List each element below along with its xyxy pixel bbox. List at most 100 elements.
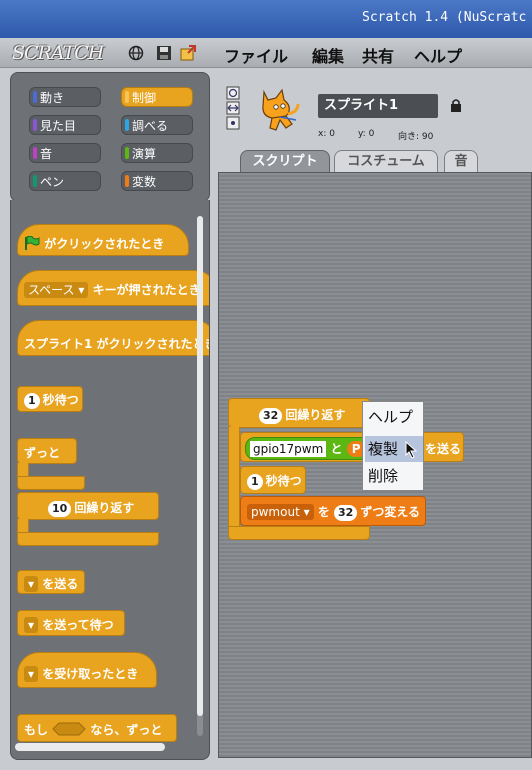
category-color-bar (33, 175, 37, 187)
category-color-bar (33, 147, 37, 159)
mouse-cursor-icon (405, 441, 417, 459)
sprite-y: y: 0 (358, 129, 375, 139)
window-titlebar: Scratch 1.4 (NuScratc (0, 0, 532, 38)
category-control[interactable]: 制御 (121, 87, 193, 107)
repeat-c-arm (228, 427, 240, 527)
category-label: 演算 (132, 147, 157, 161)
forever-c-arm (17, 463, 29, 477)
message-dropdown[interactable]: ▾ (24, 617, 39, 633)
category-sound[interactable]: 音 (29, 143, 101, 163)
repeat-count-input[interactable]: 32 (259, 408, 283, 424)
category-color-bar (125, 175, 129, 187)
category-panel: 動き 制御 見た目 調べる 音 演算 ペン 変数 (10, 72, 210, 202)
repeat-c-foot (228, 526, 370, 540)
script-change-variable-block[interactable]: pwmout ▾ を 32 ずつ変える (240, 496, 426, 526)
category-label: 音 (40, 147, 53, 161)
block-label: を受け取ったとき (42, 667, 139, 681)
forever-c-foot (17, 476, 85, 490)
join-label: と (330, 442, 343, 456)
script-broadcast-block[interactable]: gpio17pwm と P を送る (240, 432, 464, 462)
context-menu-delete[interactable]: 削除 (365, 463, 423, 489)
block-palette: がクリックされたとき スペース ▾ キーが押されたとき スプライト1 がクリック… (10, 200, 210, 760)
window-title: Scratch 1.4 (NuScratc (362, 10, 527, 25)
save-icon[interactable] (156, 45, 172, 61)
category-label: ペン (40, 175, 65, 189)
block-label: スプライト1 がクリックされたとき (24, 337, 210, 351)
menu-edit[interactable]: 編集 (312, 43, 344, 67)
menu-file[interactable]: ファイル (224, 43, 288, 67)
cat-sprite-thumbnail[interactable] (254, 86, 302, 132)
variable-dropdown[interactable]: pwmout ▾ (247, 504, 314, 520)
block-repeat[interactable]: 10 回繰り返す (17, 492, 159, 520)
context-menu-help[interactable]: ヘルプ (365, 404, 423, 430)
block-label: もし (24, 723, 49, 737)
boolean-slot[interactable] (52, 722, 86, 736)
bottom-bar (0, 760, 532, 770)
block-label: 回繰り返す (74, 501, 135, 515)
category-color-bar (125, 119, 129, 131)
block-label: 秒待つ (42, 393, 79, 407)
block-wait[interactable]: 1 秒待つ (17, 386, 83, 412)
block-label: ずっと (24, 446, 61, 460)
category-label: 制御 (132, 91, 157, 105)
category-pen[interactable]: ペン (29, 171, 101, 191)
menu-share[interactable]: 共有 (362, 43, 394, 67)
block-when-i-receive[interactable]: ▾ を受け取ったとき (17, 652, 157, 688)
scratch-logo: SCRATCH (12, 42, 104, 64)
key-dropdown[interactable]: スペース ▾ (24, 282, 89, 298)
block-label: 回繰り返す (285, 408, 346, 422)
join-operator[interactable]: gpio17pwm と P (245, 437, 371, 460)
broadcast-message-input[interactable]: gpio17pwm (250, 441, 327, 457)
block-label: 秒待つ (265, 474, 302, 488)
block-forever-if[interactable]: もし なら、ずっと (17, 714, 177, 742)
script-wait-block[interactable]: 1 秒待つ (240, 466, 306, 494)
block-label: キーが押されたとき (92, 283, 201, 297)
category-label: 動き (40, 91, 65, 105)
category-color-bar (125, 91, 129, 103)
block-label: を送って待つ (42, 618, 114, 632)
block-forever[interactable]: ずっと (17, 438, 77, 464)
category-looks[interactable]: 見た目 (29, 115, 101, 135)
palette-horizontal-scrollbar[interactable] (15, 743, 165, 751)
palette-vertical-scrollbar[interactable] (197, 216, 203, 736)
menu-help[interactable]: ヘルプ (414, 43, 462, 67)
category-label: 調べる (132, 119, 169, 133)
share-icon[interactable] (180, 45, 196, 61)
globe-icon[interactable] (128, 45, 144, 61)
lock-icon[interactable] (450, 98, 462, 112)
message-dropdown[interactable]: ▾ (24, 576, 39, 592)
category-color-bar (125, 147, 129, 159)
tab-sounds[interactable]: 音 (444, 150, 478, 172)
tab-costumes[interactable]: コスチューム (334, 150, 438, 172)
variable-dropdown-value: pwmout (251, 505, 300, 519)
category-motion[interactable]: 動き (29, 87, 101, 107)
repeat-count-input[interactable]: 10 (48, 501, 72, 517)
wait-seconds-input[interactable]: 1 (24, 393, 40, 409)
block-broadcast[interactable]: ▾ を送る (17, 570, 85, 594)
repeat-c-foot (17, 532, 159, 546)
green-flag-icon (25, 235, 40, 250)
category-label: 変数 (132, 175, 157, 189)
change-amount-input[interactable]: 32 (334, 505, 358, 521)
scroll-thumb[interactable] (197, 216, 203, 716)
block-when-flag-clicked[interactable]: がクリックされたとき (17, 224, 189, 256)
block-label: を (317, 505, 330, 519)
key-dropdown-value: スペース (28, 283, 75, 297)
wait-seconds-input[interactable]: 1 (247, 474, 263, 490)
block-label: がクリックされたとき (44, 237, 165, 251)
block-when-sprite-clicked[interactable]: スプライト1 がクリックされたとき (17, 320, 210, 356)
block-broadcast-and-wait[interactable]: ▾ を送って待つ (17, 610, 125, 636)
category-variables[interactable]: 変数 (121, 171, 193, 191)
category-color-bar (33, 91, 37, 103)
category-operators[interactable]: 演算 (121, 143, 193, 163)
tab-scripts[interactable]: スクリプト (240, 150, 330, 172)
block-label: を送る (42, 577, 79, 591)
category-color-bar (33, 119, 37, 131)
script-repeat-block[interactable]: 32 回繰り返す (228, 398, 370, 428)
rotation-style-icons[interactable] (226, 86, 240, 130)
message-dropdown[interactable]: ▾ (24, 666, 39, 682)
block-when-key-pressed[interactable]: スペース ▾ キーが押されたとき (17, 270, 209, 306)
sprite-name-field[interactable]: スプライト1 (318, 94, 438, 118)
category-sensing[interactable]: 調べる (121, 115, 193, 135)
block-label: ずつ変える (360, 505, 420, 519)
